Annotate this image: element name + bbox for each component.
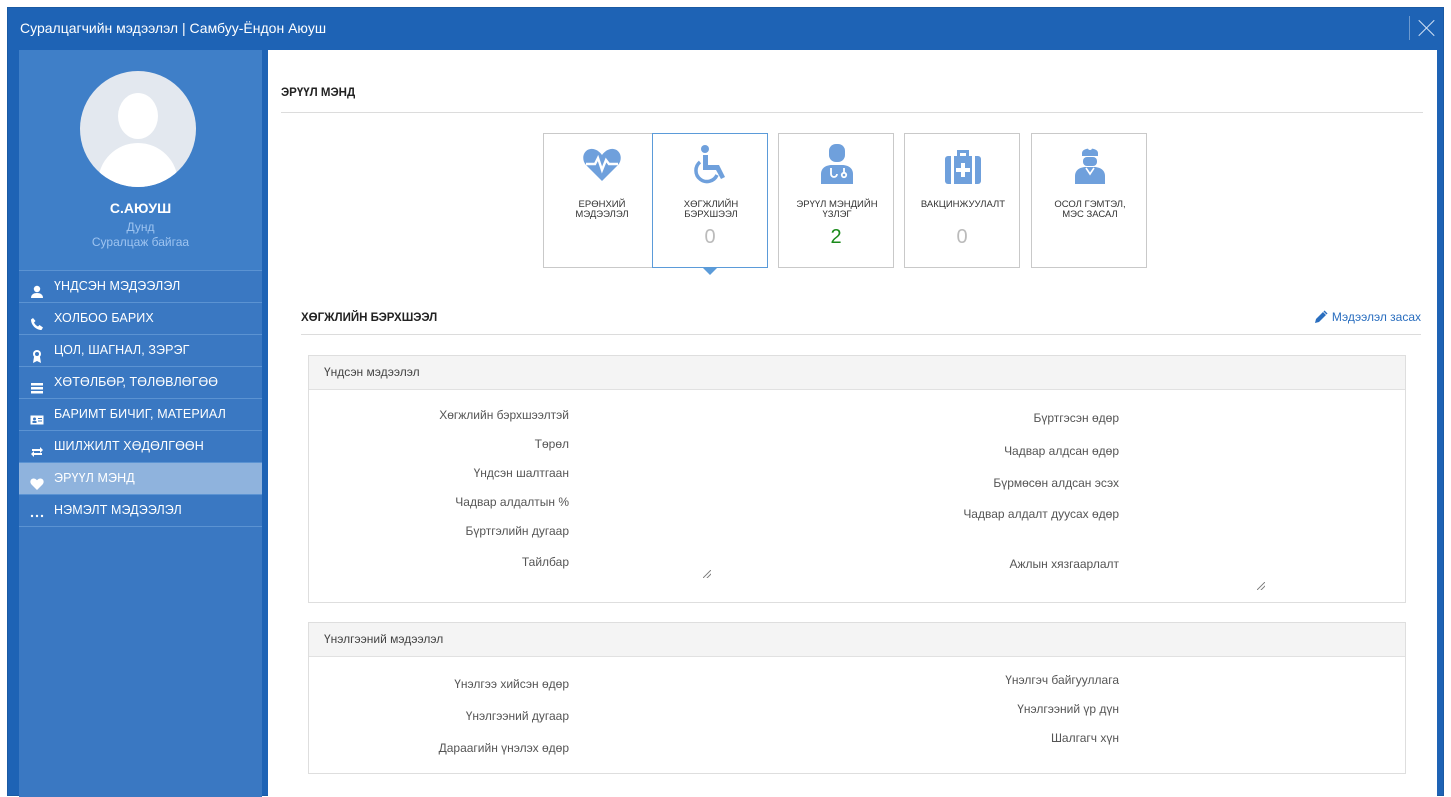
- card-health-checkup[interactable]: ЭРҮҮЛ МЭНДИЙН ҮЗЛЭГ 2: [778, 133, 894, 268]
- sidebar: С.АЮУШ Дунд Суралцаж байгаа ҮНДСЭН МЭДЭЭ…: [19, 50, 262, 797]
- edit-info-link[interactable]: Мэдээлэл засах: [1314, 310, 1421, 324]
- field-label: Үндсэн шалтгаан: [473, 466, 569, 480]
- basic-info-panel: Үндсэн мэдээлэл Хөгжлийн бэрхшээлтэй Төр…: [308, 355, 1406, 603]
- panel-title: Үнэлгээний мэдээлэл: [309, 623, 1405, 657]
- card-count: 0: [956, 226, 968, 248]
- field-label: Чадвар алдсан өдөр: [1004, 444, 1119, 458]
- card-count: 2: [830, 226, 842, 248]
- field-label: Бүртгэсэн өдөр: [1033, 411, 1119, 425]
- field-label: Үнэлгээ хийсэн өдөр: [454, 677, 569, 691]
- field-label: Бүртгэлийн дугаар: [465, 524, 569, 538]
- transfer-icon: [30, 440, 44, 457]
- card-accident-surgery[interactable]: ОСОЛ ГЭМТЭЛ, МЭС ЗАСАЛ: [1031, 133, 1147, 268]
- card-disability[interactable]: ХӨГЖЛИЙН БЭРХШЭЭЛ 0: [652, 133, 768, 275]
- sidebar-item-basic-info[interactable]: ҮНДСЭН МЭДЭЭЛЭЛ: [19, 271, 262, 303]
- sidebar-item-label: ШИЛЖИЛТ ХӨДӨЛГӨӨН: [54, 439, 204, 453]
- pencil-icon: [1314, 310, 1328, 324]
- sidebar-item-label: БАРИМТ БИЧИГ, МАТЕРИАЛ: [54, 407, 226, 421]
- profile-level: Дунд: [126, 220, 155, 234]
- award-icon: [30, 344, 44, 363]
- section-subtitle: ХӨГЖЛИЙН БЭРХШЭЭЛ: [301, 312, 438, 324]
- sidebar-item-label: ХОЛБОО БАРИХ: [54, 311, 154, 325]
- sidebar-item-additional[interactable]: НЭМЭЛТ МЭДЭЭЛЭЛ: [19, 495, 262, 527]
- card-label: ОСОЛ ГЭМТЭЛ, МЭС ЗАСАЛ: [1054, 199, 1126, 220]
- user-icon: [30, 280, 44, 298]
- field-label: Үнэлгээний дугаар: [465, 709, 569, 723]
- id-card-icon: [30, 408, 44, 424]
- profile-card: С.АЮУШ Дунд Суралцаж байгаа: [19, 50, 262, 270]
- window-title: Суралцагчийн мэдээлэл | Самбуу-Ёндон Аюу…: [20, 20, 327, 36]
- field-label: Хөгжлийн бэрхшээлтэй: [439, 408, 569, 422]
- textarea-resize-handle[interactable]: [1257, 582, 1265, 590]
- surgeon-icon: [1070, 144, 1110, 186]
- divider: [301, 334, 1421, 335]
- heart-icon: [30, 472, 44, 490]
- sidebar-menu: ҮНДСЭН МЭДЭЭЛЭЛ ХОЛБОО БАРИХ ЦОЛ, ШАГНАЛ…: [19, 270, 262, 527]
- sidebar-item-label: ЭРҮҮЛ МЭНД: [54, 471, 135, 485]
- field-label: Үнэлгэч байгууллага: [1005, 673, 1119, 687]
- field-label: Чадвар алдалтын %: [455, 495, 569, 509]
- profile-name: С.АЮУШ: [109, 200, 172, 216]
- phone-icon: [30, 312, 44, 330]
- sidebar-item-awards[interactable]: ЦОЛ, ШАГНАЛ, ЗЭРЭГ: [19, 335, 262, 367]
- field-label: Бүрмөсөн алдсан эсэх: [993, 476, 1119, 490]
- profile-status: Суралцаж байгаа: [91, 235, 190, 249]
- sidebar-item-documents[interactable]: БАРИМТ БИЧИГ, МАТЕРИАЛ: [19, 399, 262, 431]
- card-label: ЕРӨНХИЙ МЭДЭЭЛЭЛ: [575, 199, 629, 220]
- divider: [281, 112, 1423, 113]
- sidebar-item-health[interactable]: ЭРҮҮЛ МЭНД: [19, 463, 262, 495]
- sidebar-item-label: ХӨТӨЛБӨР, ТӨЛӨВЛӨГӨӨ: [54, 375, 219, 389]
- card-label: ХӨГЖЛИЙН БЭРХШЭЭЛ: [683, 199, 739, 220]
- doctor-icon: [817, 144, 857, 186]
- sidebar-item-program[interactable]: ХӨТӨЛБӨР, ТӨЛӨВЛӨГӨӨ: [19, 367, 262, 399]
- heartbeat-icon: [582, 144, 622, 186]
- sidebar-item-label: ҮНДСЭН МЭДЭЭЛЭЛ: [54, 279, 181, 293]
- sidebar-item-label: ЦОЛ, ШАГНАЛ, ЗЭРЭГ: [54, 343, 190, 357]
- main-content: ЭРҮҮЛ МЭНД ЕРӨНХИЙ МЭДЭЭЛЭЛ ХӨГЖЛИЙН БЭРХШ…: [268, 50, 1437, 797]
- close-icon[interactable]: [1409, 16, 1443, 40]
- card-label: ЭРҮҮЛ МЭНДИЙН ҮЗЛЭГ: [796, 199, 878, 220]
- evaluation-info-panel: Үнэлгээний мэдээлэл Үнэлгээ хийсэн өдөр …: [308, 622, 1406, 774]
- sidebar-item-transfer[interactable]: ШИЛЖИЛТ ХӨДӨЛГӨӨН: [19, 431, 262, 463]
- card-vaccination[interactable]: ВАКЦИНЖУУЛАЛТ 0: [904, 133, 1020, 268]
- page-title: ЭРҮҮЛ МЭНД: [281, 87, 356, 99]
- textarea-resize-handle[interactable]: [703, 570, 711, 578]
- wheelchair-icon: [691, 144, 731, 186]
- ellipsis-icon: [30, 504, 44, 518]
- field-label: Дараагийн үнэлэх өдөр: [438, 741, 569, 755]
- field-label: Үнэлгээний үр дүн: [1017, 702, 1119, 716]
- sidebar-item-label: НЭМЭЛТ МЭДЭЭЛЭЛ: [54, 503, 182, 517]
- card-label: ВАКЦИНЖУУЛАЛТ: [920, 199, 1006, 210]
- card-count: 0: [704, 226, 716, 248]
- field-label: Тайлбар: [521, 555, 569, 569]
- sidebar-item-contact[interactable]: ХОЛБОО БАРИХ: [19, 303, 262, 335]
- field-label: Ажлын хязгаарлалт: [1009, 557, 1119, 571]
- avatar: [80, 71, 196, 187]
- panel-title: Үндсэн мэдээлэл: [309, 356, 1405, 390]
- selected-indicator: [703, 268, 717, 275]
- field-label: Чадвар алдалт дуусах өдөр: [963, 507, 1119, 521]
- card-general-info[interactable]: ЕРӨНХИЙ МЭДЭЭЛЭЛ: [543, 133, 659, 268]
- stack-icon: [30, 376, 44, 393]
- field-label: Төрөл: [534, 437, 569, 451]
- medkit-icon: [943, 144, 983, 186]
- student-info-window: Суралцагчийн мэдээлэл | Самбуу-Ёндон Аюу…: [7, 7, 1444, 797]
- field-label: Шалгагч хүн: [1050, 731, 1119, 745]
- edit-info-label: Мэдээлэл засах: [1331, 310, 1421, 324]
